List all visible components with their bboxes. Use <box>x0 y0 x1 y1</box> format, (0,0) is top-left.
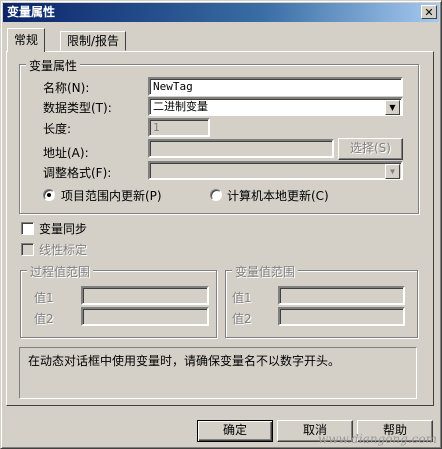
tag-v2-label: 值2 <box>232 312 252 326</box>
select-button-label: 选择(S) <box>350 141 391 155</box>
name-input-value: NewTag <box>153 80 193 93</box>
length-label: 长度: <box>43 122 72 136</box>
radio-local-update[interactable] <box>210 189 222 201</box>
window-title: 变量属性 <box>7 5 56 19</box>
tag-v1-label: 值1 <box>232 291 252 305</box>
length-input-value: 1 <box>153 121 160 134</box>
address-label: 地址(A): <box>43 146 89 160</box>
linear-scale-label: 线性标定 <box>39 243 88 257</box>
chevron-down-icon[interactable]: ▼ <box>385 100 400 115</box>
info-box: 在动态对话框中使用变量时，请确保变量名不以数字开头。 <box>19 347 417 399</box>
dialog-window: 变量属性 ✕ 常规 限制/报告 变量属性 名称(N): NewTag 数据类型(… <box>0 0 442 449</box>
process-v1-label: 值1 <box>34 291 54 305</box>
process-v2-input <box>81 307 209 326</box>
length-input: 1 <box>148 118 210 137</box>
process-v1-input <box>81 286 209 305</box>
ok-button-label: 确定 <box>222 423 247 437</box>
sync-label: 变量同步 <box>39 222 88 236</box>
info-text: 在动态对话框中使用变量时，请确保变量名不以数字开头。 <box>28 354 341 368</box>
tab-limits-report[interactable]: 限制/报告 <box>60 31 127 51</box>
tab-general[interactable]: 常规 <box>7 28 46 52</box>
linear-scale-checkbox <box>21 243 34 256</box>
tag-range-legend: 变量值范围 <box>232 263 299 280</box>
format-label: 调整格式(F): <box>43 166 112 180</box>
type-dropdown-value: 二进制变量 <box>153 100 208 113</box>
select-button: 选择(S) <box>338 138 403 160</box>
radio-project-label: 项目范围内更新(P) <box>61 189 162 203</box>
close-button[interactable]: ✕ <box>421 5 437 19</box>
address-input <box>148 139 334 158</box>
tag-v2-input <box>278 307 405 326</box>
name-input[interactable]: NewTag <box>148 77 403 96</box>
sync-checkbox[interactable] <box>21 222 34 235</box>
watermark: www.diangong.com <box>317 432 437 446</box>
radio-local-label: 计算机本地更新(C) <box>227 189 329 203</box>
chevron-down-icon: ▼ <box>385 164 400 179</box>
name-label: 名称(N): <box>43 81 90 95</box>
type-dropdown[interactable]: 二进制变量 ▼ <box>148 97 403 116</box>
var-props-legend: 变量属性 <box>26 57 81 74</box>
format-dropdown: ▼ <box>148 161 403 180</box>
type-label: 数据类型(T): <box>43 101 112 115</box>
close-icon: ✕ <box>424 6 434 19</box>
process-range-legend: 过程值范围 <box>27 263 94 280</box>
title-bar[interactable]: 变量属性 ✕ <box>3 3 439 22</box>
radio-project-update[interactable] <box>43 189 55 201</box>
process-v2-label: 值2 <box>34 312 54 326</box>
tab-limits-report-label: 限制/报告 <box>67 34 120 48</box>
tab-general-label: 常规 <box>14 33 39 47</box>
tag-v1-input <box>278 286 405 305</box>
ok-button[interactable]: 确定 <box>197 420 273 442</box>
